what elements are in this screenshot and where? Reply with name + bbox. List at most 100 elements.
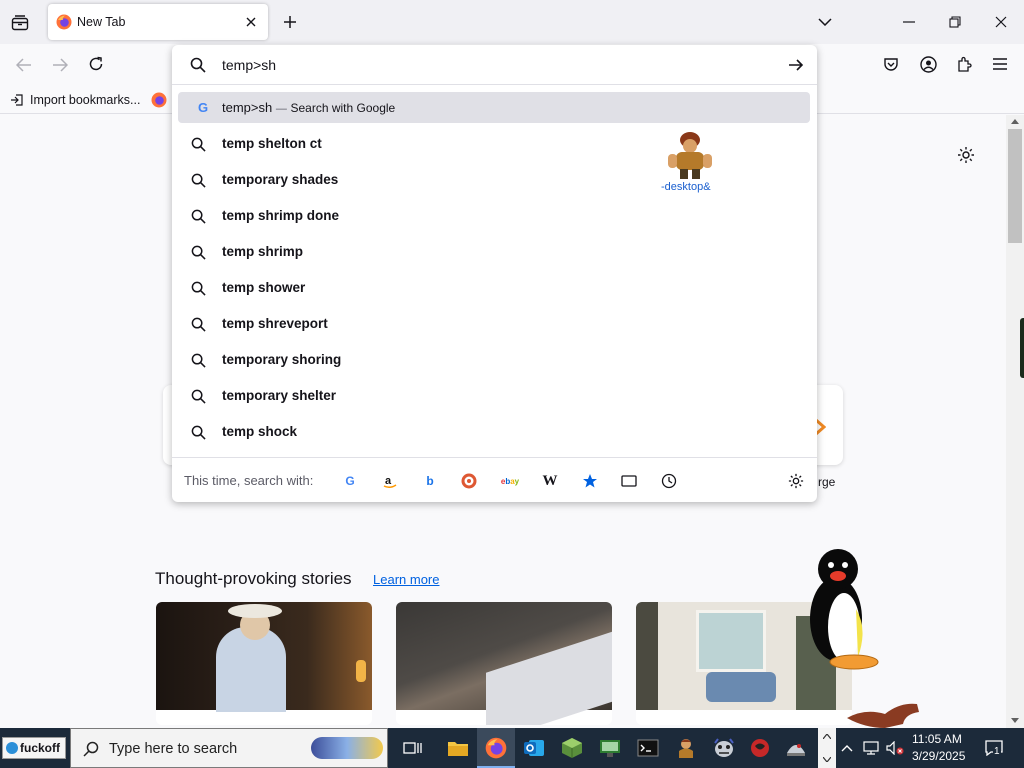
bing-engine-icon[interactable]: b	[420, 471, 440, 491]
story-card[interactable]	[156, 602, 372, 725]
story-image-figure	[216, 627, 286, 712]
firefox-icon	[56, 14, 72, 30]
red-app-icon[interactable]	[747, 736, 773, 760]
suggestion-item[interactable]: temp shrimp	[178, 235, 810, 269]
suggestion-item[interactable]: temp shreveport	[178, 307, 810, 341]
forward-icon[interactable]	[50, 55, 70, 75]
scroll-down-icon[interactable]	[1010, 716, 1020, 724]
google-engine-icon[interactable]: G	[340, 471, 360, 491]
duckduckgo-engine-icon[interactable]	[459, 471, 479, 491]
maximize-icon[interactable]	[942, 11, 968, 33]
firefox-icon	[484, 736, 508, 760]
menu-icon[interactable]	[990, 54, 1010, 74]
tab-overview-icon[interactable]	[10, 13, 30, 33]
stories-heading: Thought-provoking stories	[155, 569, 352, 588]
penguin-overlay	[806, 549, 886, 674]
dome-app-icon[interactable]	[783, 736, 809, 760]
scroll-up-icon[interactable]	[1010, 117, 1020, 125]
customize-gear-icon[interactable]	[955, 144, 977, 166]
bookmarks-engine-icon[interactable]	[580, 471, 600, 491]
back-icon[interactable]	[14, 55, 34, 75]
network-icon[interactable]	[862, 740, 880, 756]
firefox-bookmark-icon[interactable]	[150, 91, 167, 108]
bulldog-app-icon[interactable]	[711, 736, 737, 760]
suggestion-text: temp shrimp	[222, 244, 304, 259]
tab-bar: New Tab	[0, 0, 1024, 44]
search-icon	[190, 172, 206, 188]
start-label: fuckoff	[20, 741, 60, 755]
search-highlight-image	[311, 737, 383, 759]
taskbar-scroll-segment[interactable]	[818, 728, 836, 768]
start-button[interactable]: fuckoff	[2, 737, 66, 759]
cube-app-icon[interactable]	[559, 736, 585, 760]
urlbar-popup: temp>sh G temp>sh — Search with Google t…	[172, 45, 817, 502]
terminal-icon[interactable]	[635, 736, 661, 760]
story-image	[396, 602, 612, 725]
outlook-icon[interactable]	[521, 736, 547, 760]
svg-text:a: a	[385, 475, 392, 487]
active-suggestion-separator: —	[275, 103, 287, 115]
page-scrollbar[interactable]	[1006, 115, 1024, 728]
taskbar-scroll-down-icon[interactable]	[822, 755, 832, 763]
character-app-icon[interactable]	[673, 736, 699, 760]
suggestion-text: temporary shelter	[222, 388, 337, 403]
minimize-icon[interactable]	[896, 11, 922, 33]
ebay-engine-icon[interactable]: ebay	[500, 471, 520, 491]
taskbar-scroll-up-icon[interactable]	[822, 732, 832, 740]
suggestion-text: temp shreveport	[222, 316, 328, 331]
suggestion-text: temporary shoring	[222, 352, 342, 367]
suggestion-text: temp shower	[222, 280, 306, 295]
notification-center-icon[interactable]: 1	[983, 738, 1005, 758]
google-icon: G	[197, 100, 209, 115]
history-engine-icon[interactable]	[659, 471, 679, 491]
suggestion-item[interactable]: temporary shelter	[178, 379, 810, 413]
import-bookmarks-label: Import bookmarks...	[30, 93, 141, 107]
account-icon[interactable]	[918, 54, 938, 74]
taskbar-search-box[interactable]: Type here to search	[70, 728, 388, 768]
suggestion-item[interactable]: temp shrimp done	[178, 199, 810, 233]
tab-new-tab[interactable]: New Tab	[48, 4, 268, 40]
suggestion-item[interactable]: temporary shoring	[178, 343, 810, 377]
show-hidden-icons-icon[interactable]	[839, 740, 855, 756]
story-image-roof	[486, 627, 612, 725]
learn-more-link[interactable]: Learn more	[373, 572, 439, 587]
active-suggestion-action: Search with Google	[290, 101, 396, 115]
go-arrow-icon[interactable]	[786, 56, 806, 74]
close-window-icon[interactable]	[988, 11, 1014, 33]
close-tab-icon[interactable]	[242, 13, 260, 31]
url-input[interactable]: temp>sh	[222, 57, 276, 73]
one-off-search-bar: This time, search with: G a b ebay W	[172, 457, 817, 502]
story-image-hat	[228, 604, 282, 618]
search-icon	[190, 208, 206, 224]
scroll-thumb[interactable]	[1008, 129, 1022, 243]
active-suggestion-query: temp>sh	[222, 100, 273, 115]
tabs-engine-icon[interactable]	[619, 471, 639, 491]
suggestion-item[interactable]: temp shock	[178, 415, 810, 449]
file-explorer-icon[interactable]	[445, 736, 471, 760]
task-view-icon[interactable]	[401, 736, 425, 760]
list-all-tabs-icon[interactable]	[815, 12, 835, 32]
url-input-row[interactable]: temp>sh	[172, 45, 817, 85]
story-image-sofa	[706, 672, 776, 702]
search-icon	[189, 56, 207, 74]
clock-time[interactable]: 11:05 AM	[912, 732, 962, 746]
clock-date[interactable]: 3/29/2025	[912, 749, 965, 763]
story-image-lamp	[356, 660, 366, 682]
reload-icon[interactable]	[86, 54, 106, 74]
wikipedia-engine-icon[interactable]: W	[540, 471, 560, 491]
new-tab-icon[interactable]	[280, 12, 300, 32]
search-with-google-suggestion[interactable]: G temp>sh — Search with Google	[178, 92, 810, 123]
search-settings-gear-icon[interactable]	[786, 471, 806, 491]
story-card[interactable]	[396, 602, 612, 725]
import-bookmarks-button[interactable]: Import bookmarks...	[10, 91, 140, 109]
monitor-app-icon[interactable]	[597, 736, 623, 760]
globe-icon	[6, 742, 18, 754]
import-icon	[10, 93, 24, 107]
pocket-icon[interactable]	[881, 54, 901, 74]
taskbar-firefox-button[interactable]	[477, 728, 515, 768]
suggestion-item[interactable]: temp shower	[178, 271, 810, 305]
extensions-icon[interactable]	[954, 54, 974, 74]
volume-muted-icon[interactable]	[885, 740, 905, 756]
amazon-engine-icon[interactable]: a	[380, 471, 400, 491]
taskbar-search-placeholder: Type here to search	[109, 741, 238, 757]
